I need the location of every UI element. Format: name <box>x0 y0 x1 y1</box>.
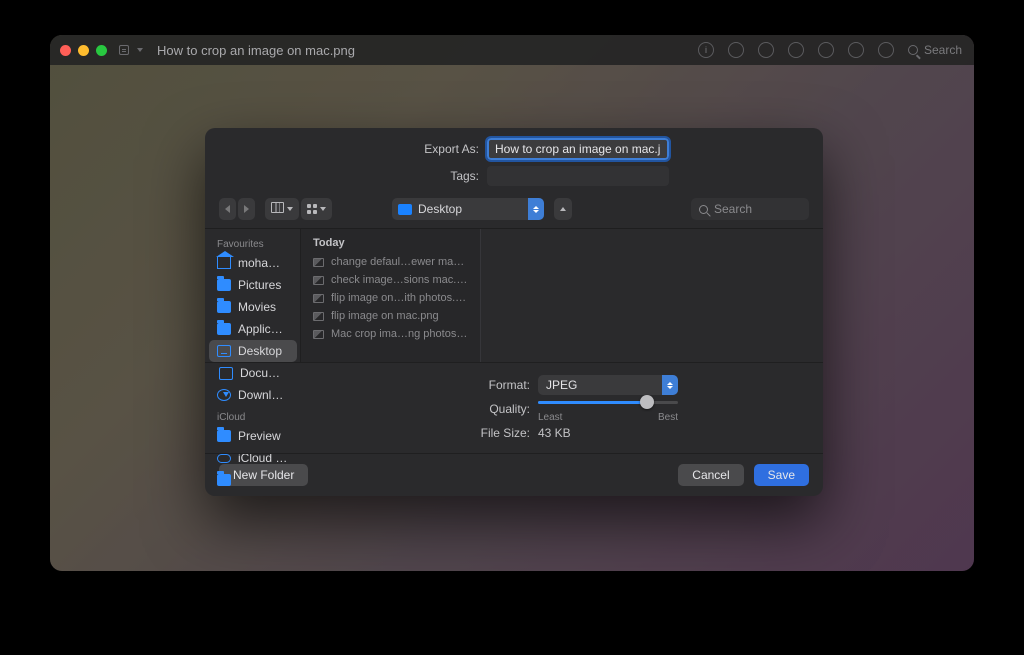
file-icon <box>313 312 324 321</box>
traffic-lights <box>60 45 107 56</box>
sheet-search-placeholder: Search <box>714 202 752 216</box>
filesize-value: 43 KB <box>538 426 678 440</box>
chevron-down-icon <box>320 207 326 211</box>
filesize-label: File Size: <box>350 426 530 440</box>
sheet-toolbar: Desktop Search <box>205 192 823 229</box>
format-label: Format: <box>350 378 530 392</box>
share-icon[interactable] <box>788 42 804 58</box>
cloud-icon <box>217 454 231 463</box>
sidebar: Favourites mohamm… Pictures Movies Applicati… <box>205 229 301 362</box>
preview-toolbar: i Search <box>698 35 962 65</box>
sidebar-item[interactable]: Applicati… <box>209 318 297 340</box>
folder-icon <box>217 430 231 442</box>
location-label: Desktop <box>418 202 462 216</box>
zoom-icon[interactable] <box>96 45 107 56</box>
exportas-input[interactable] <box>487 138 669 160</box>
empty-column <box>481 229 823 362</box>
chevron-right-icon <box>244 205 249 213</box>
save-button[interactable]: Save <box>754 464 809 486</box>
file-name: flip image on mac.png <box>331 310 439 322</box>
folder-icon <box>217 323 231 335</box>
grid-icon <box>307 204 317 214</box>
export-sheet: Export As: Tags: Desktop <box>205 128 823 496</box>
sidebar-item[interactable]: Desktop <box>209 340 297 362</box>
folder-icon <box>217 301 231 313</box>
location-select[interactable]: Desktop <box>392 198 544 220</box>
minimize-icon[interactable] <box>78 45 89 56</box>
file-icon <box>313 276 324 285</box>
preview-search[interactable]: Search <box>908 43 962 57</box>
nav-forward-button[interactable] <box>238 198 255 220</box>
info-icon[interactable]: i <box>698 42 714 58</box>
columns-icon <box>271 202 284 216</box>
preview-search-placeholder: Search <box>924 43 962 57</box>
export-options: Format: JPEG Quality: Least Best <box>205 362 823 453</box>
tags-label: Tags: <box>359 169 479 183</box>
search-icon <box>699 205 708 214</box>
folder-icon <box>217 474 231 486</box>
file-name: check image…sions mac.png <box>331 274 468 286</box>
file-row[interactable]: flip image on mac.png <box>301 307 480 325</box>
search-icon <box>908 45 918 55</box>
new-folder-button[interactable]: New Folder <box>219 464 308 486</box>
close-icon[interactable] <box>60 45 71 56</box>
sidebar-item-label: Movies <box>238 300 276 314</box>
cancel-button[interactable]: Cancel <box>678 464 743 486</box>
file-name: Mac crop ima…ng photos.png <box>331 328 468 340</box>
crop-icon[interactable] <box>878 42 894 58</box>
tags-input[interactable] <box>487 166 669 186</box>
chevron-down-icon[interactable] <box>137 48 143 52</box>
preview-titlebar: How to crop an image on mac.png i Search <box>50 35 974 65</box>
format-select[interactable]: JPEG <box>538 375 678 395</box>
file-row[interactable]: Mac crop ima…ng photos.png <box>301 325 480 343</box>
markup-icon[interactable] <box>818 42 834 58</box>
file-icon <box>313 258 324 267</box>
sidebar-item[interactable]: mohamm… <box>209 252 297 274</box>
sidebar-item-label: Applicati… <box>238 322 289 336</box>
dl-icon <box>217 389 231 401</box>
sheet-footer: New Folder Cancel Save <box>205 453 823 496</box>
sidebar-heading: Favourites <box>209 233 297 252</box>
window-title: How to crop an image on mac.png <box>157 43 355 58</box>
chevron-down-icon <box>287 207 293 211</box>
chevron-left-icon <box>225 205 230 213</box>
file-column: Today change defaul…ewer mac.png check im… <box>301 229 481 362</box>
sidebar-item-label: Desktop <box>238 344 282 358</box>
quality-slider[interactable] <box>538 395 678 409</box>
sidebar-item[interactable]: Movies <box>209 296 297 318</box>
file-row[interactable]: check image…sions mac.png <box>301 271 480 289</box>
document-icon <box>119 45 129 55</box>
highlight-icon[interactable] <box>758 42 774 58</box>
sidebar-item-label: mohamm… <box>238 256 289 270</box>
view-columns-button[interactable] <box>265 198 299 220</box>
desktop-icon <box>217 345 231 357</box>
file-row[interactable]: flip image on…ith photos.png <box>301 289 480 307</box>
quality-label: Quality: <box>350 402 530 416</box>
nav-back-button[interactable] <box>219 198 236 220</box>
collapse-button[interactable] <box>554 198 572 220</box>
folder-icon <box>398 204 412 215</box>
file-icon <box>313 330 324 339</box>
format-value: JPEG <box>546 378 577 392</box>
home-icon <box>217 257 231 269</box>
sidebar-item[interactable]: Pictures <box>209 274 297 296</box>
view-grid-button[interactable] <box>301 198 332 220</box>
sidebar-item-label: Pictures <box>238 278 281 292</box>
sheet-search-input[interactable]: Search <box>691 198 809 220</box>
rotate-icon[interactable] <box>848 42 864 58</box>
magnify-icon[interactable] <box>728 42 744 58</box>
file-icon <box>313 294 324 303</box>
exportas-label: Export As: <box>359 142 479 156</box>
chevron-up-icon <box>560 207 566 211</box>
quality-least-label: Least <box>538 412 562 423</box>
file-name: flip image on…ith photos.png <box>331 292 468 304</box>
file-name: change defaul…ewer mac.png <box>331 256 468 268</box>
file-group-heading: Today <box>301 229 480 253</box>
slider-thumb-icon[interactable] <box>640 395 654 409</box>
doc-icon <box>219 367 233 380</box>
file-row[interactable]: change defaul…ewer mac.png <box>301 253 480 271</box>
folder-icon <box>217 279 231 291</box>
quality-best-label: Best <box>658 412 678 423</box>
